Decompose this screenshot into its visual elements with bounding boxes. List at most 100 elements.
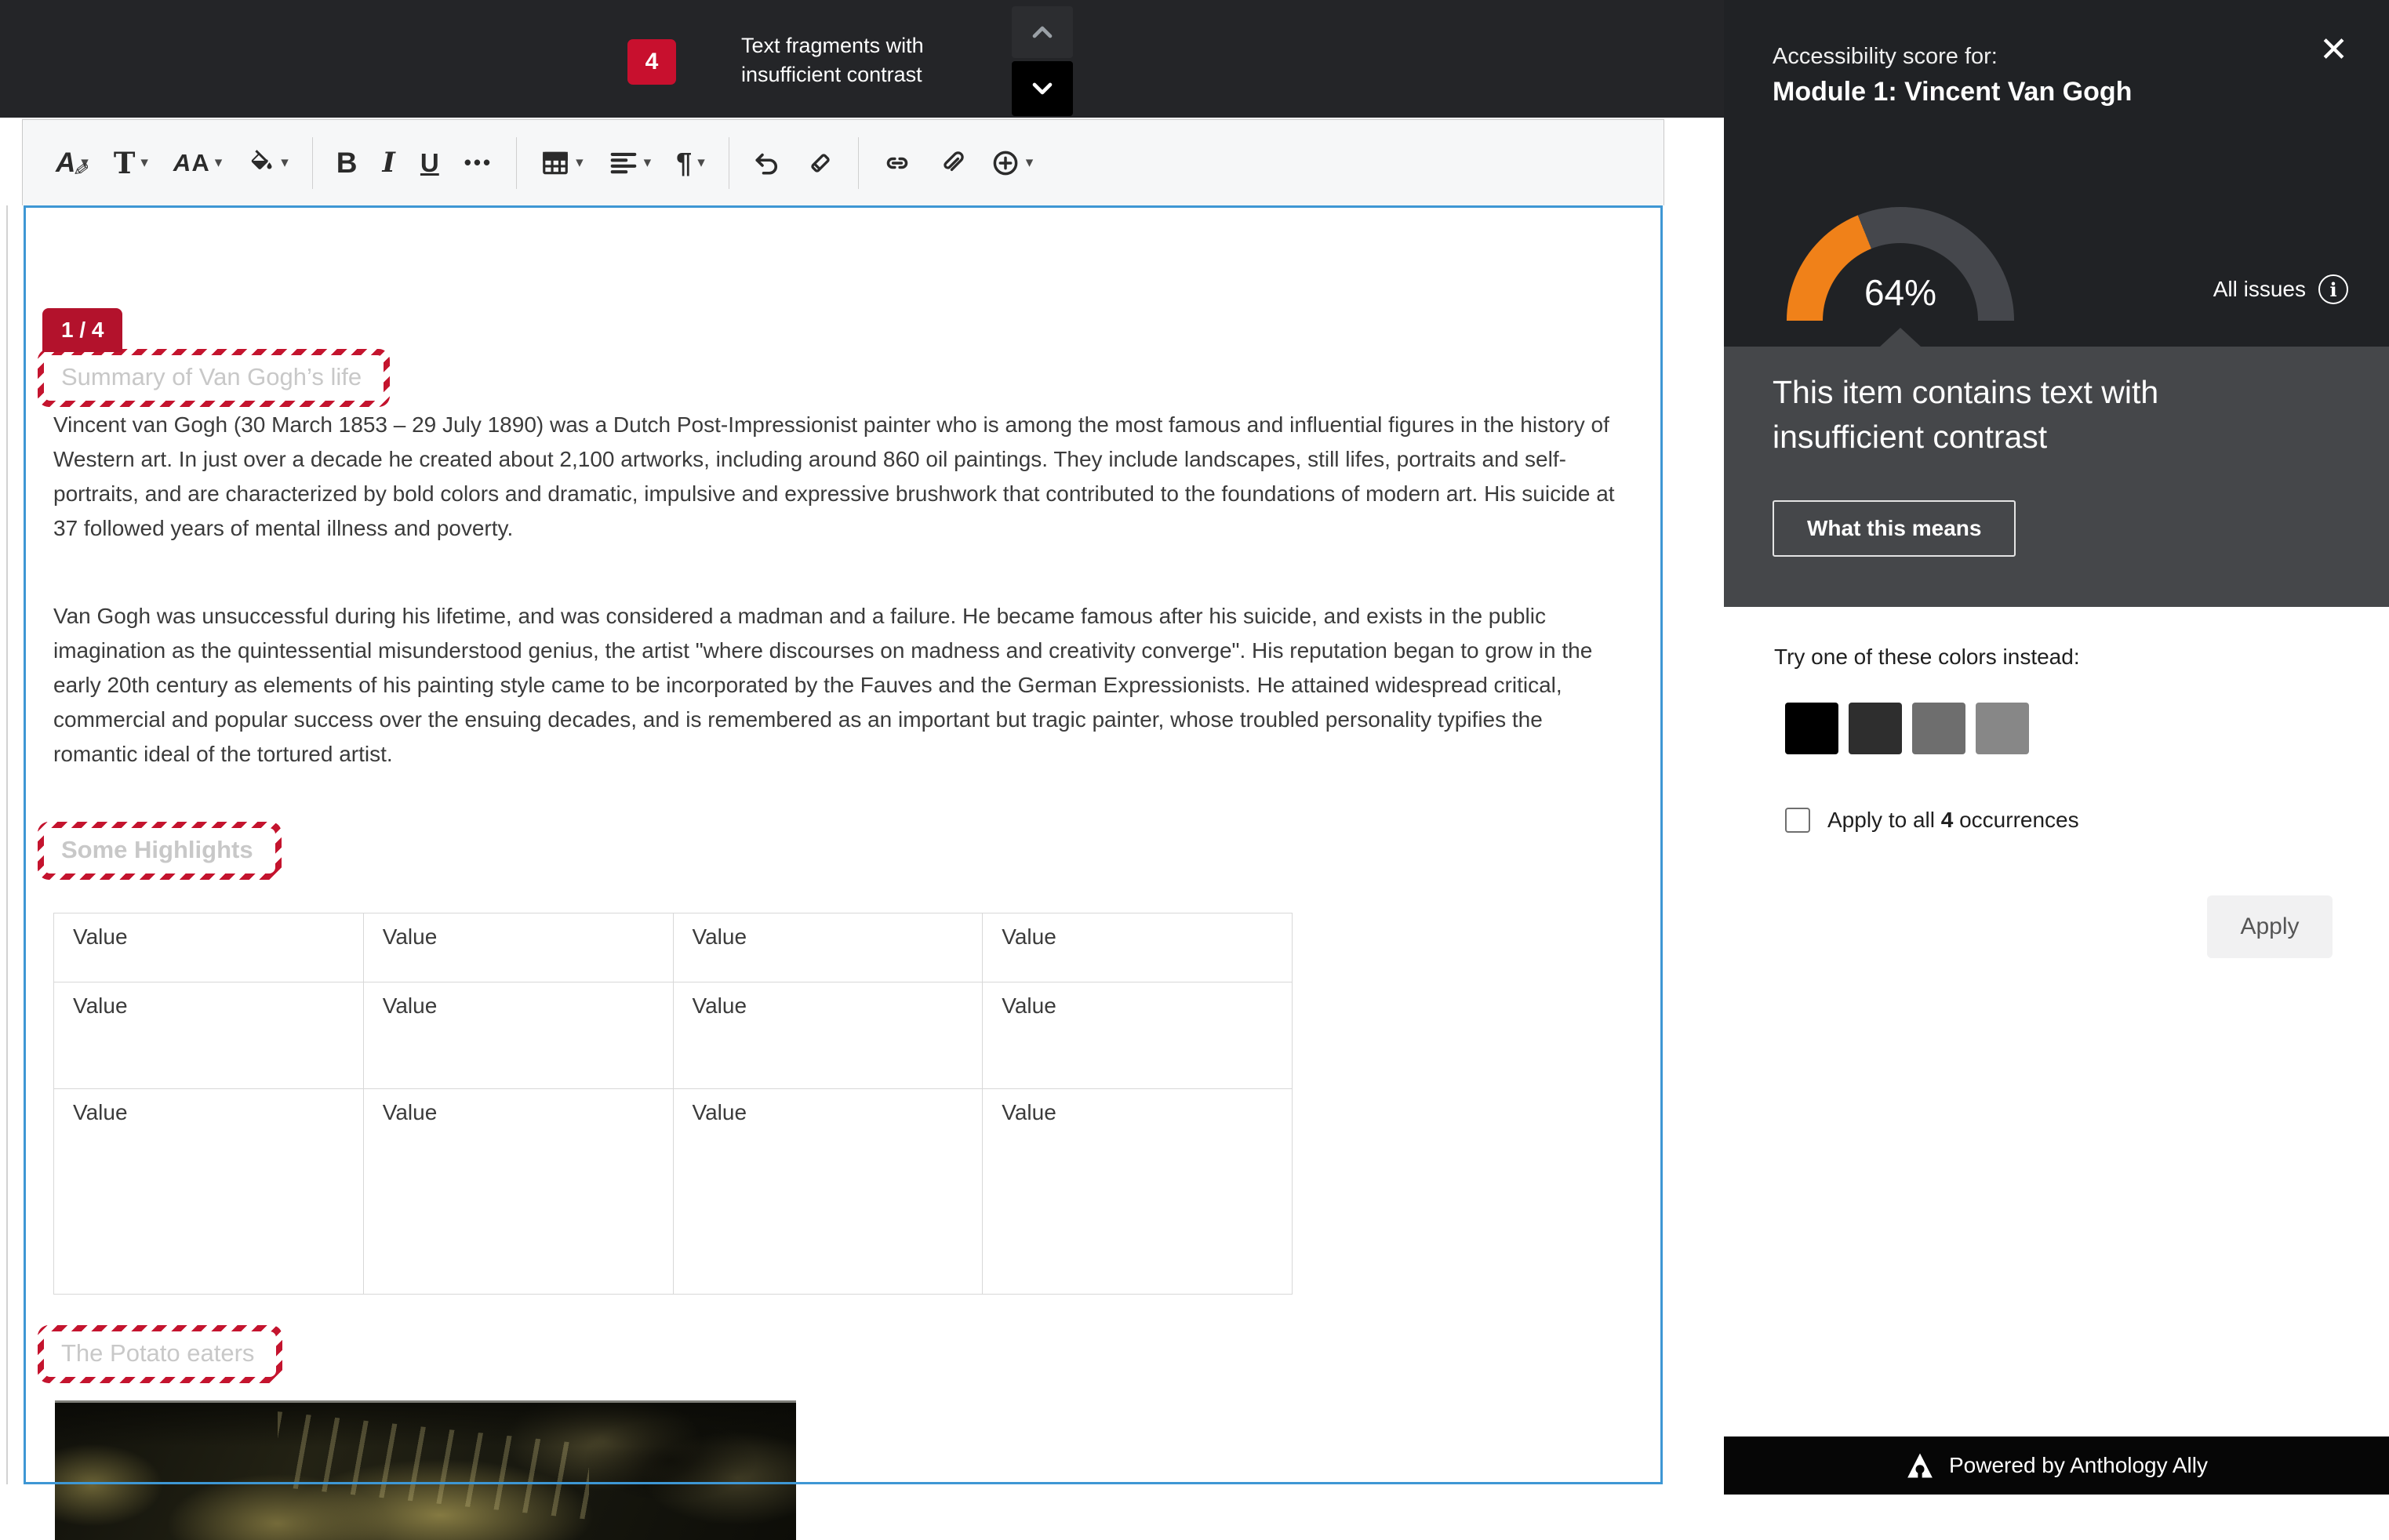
contrast-issue-highlight-potato[interactable]: The Potato eaters [38,1325,282,1383]
all-issues-label: All issues [2213,277,2306,302]
color-swatch-row [1785,703,2029,754]
paragraph-format-button[interactable]: ¶ ▾ [664,135,718,191]
insert-table-button[interactable]: ▾ [528,135,596,191]
panel-issue-section: This item contains text with insufficien… [1724,347,2389,607]
insert-link-button[interactable] [870,135,925,191]
apply-all-row: Apply to all 4 occurrences [1785,808,2079,833]
panel-footer: Powered by Anthology Ally [1724,1436,2389,1495]
highlights-table: Value Value Value Value Value Value Valu… [53,913,1293,1295]
issue-description-heading: This item contains text with insufficien… [1773,370,2290,459]
score-value: 64% [1787,271,2014,314]
color-swatch-light-gray[interactable] [1976,703,2029,754]
table-cell[interactable]: Value [363,1089,673,1295]
underline-icon: U [420,148,439,178]
heading-potato-eaters: The Potato eaters [44,1331,276,1377]
ally-accessibility-panel: Accessibility score for: Module 1: Vince… [1724,0,2389,1495]
font-family-icon: T [114,146,136,180]
issue-type-line1: Text fragments with [741,31,924,60]
editor-frame-left-border [6,205,8,1484]
try-colors-label: Try one of these colors instead: [1774,645,2080,670]
color-swatch-dark-gray[interactable] [1849,703,1902,754]
align-left-icon [609,148,638,178]
heading-highlights: Some Highlights [44,828,275,874]
table-cell[interactable]: Value [673,982,983,1089]
table-icon [540,148,570,178]
font-size-icon: AA [173,149,209,177]
paint-bucket-icon [247,149,275,177]
caret-down-icon: ▾ [140,154,148,172]
info-icon[interactable]: i [2318,274,2348,304]
paragraph-van-gogh-legacy: Van Gogh was unsuccessful during his lif… [53,599,1618,772]
bold-icon: B [336,147,358,180]
anthology-logo-icon [1905,1451,1935,1480]
apply-button[interactable]: Apply [2207,895,2333,958]
occurrence-count: 4 [1941,808,1954,832]
caret-down-icon: ▾ [644,154,652,172]
color-swatch-gray[interactable] [1912,703,1965,754]
table-cell[interactable]: Value [54,982,364,1089]
what-this-means-button[interactable]: What this means [1773,500,2016,557]
table-cell[interactable]: Value [983,982,1293,1089]
plus-circle-icon [991,148,1020,178]
table-cell[interactable]: Value [673,913,983,982]
table-cell[interactable]: Value [54,913,364,982]
toolbar-separator [312,137,313,189]
issue-type-label: Text fragments with insufficient contras… [741,31,924,89]
panel-score-section: Accessibility score for: Module 1: Vince… [1724,0,2389,347]
attach-file-button[interactable] [925,135,978,191]
font-family-button[interactable]: T ▾ [101,135,161,191]
color-swatch-black[interactable] [1785,703,1838,754]
issue-navigation-bar: 4 Text fragments with insufficient contr… [0,0,1724,118]
text-styles-button[interactable]: A✎ ▾ [43,135,101,191]
caret-down-icon: ▾ [215,154,223,172]
more-formatting-button[interactable]: ••• [452,135,505,191]
font-size-button[interactable]: AA ▾ [161,135,235,191]
paperclip-icon [937,149,965,177]
bold-button[interactable]: B [324,135,370,191]
caret-down-icon: ▾ [576,154,584,172]
table-cell[interactable]: Value [673,1089,983,1295]
caret-down-icon: ▾ [697,154,705,172]
paragraph-icon: ¶ [676,147,692,180]
table-cell[interactable]: Value [363,913,673,982]
potato-eaters-image[interactable] [55,1400,796,1540]
close-icon[interactable]: ✕ [2319,33,2348,67]
previous-issue-button[interactable] [1012,6,1073,58]
editor-toolbar: A✎ ▾ T ▾ AA ▾ ▾ B I U ••• ▾ ▾ ¶ ▾ [22,119,1664,205]
clear-formatting-button[interactable] [794,135,847,191]
apply-all-checkbox[interactable] [1785,808,1810,833]
italic-icon: I [383,147,395,179]
underline-button[interactable]: U [408,135,452,191]
undo-button[interactable] [740,135,794,191]
contrast-issue-highlight-highlights[interactable]: Some Highlights [38,822,282,880]
toolbar-separator [858,137,859,189]
table-cell[interactable]: Value [54,1089,364,1295]
table-cell[interactable]: Value [983,1089,1293,1295]
issue-position-badge: 1 / 4 [42,308,122,352]
all-issues-link[interactable]: All issues i [2213,274,2348,304]
issue-type-line2: insufficient contrast [741,60,924,89]
contrast-issue-highlight-summary[interactable]: Summary of Van Gogh’s life [38,349,390,407]
table-row: Value Value Value Value [54,982,1293,1089]
issue-count-badge: 4 [627,39,676,85]
editor-content-area[interactable]: 1 / 4 Summary of Van Gogh’s life Vincent… [24,205,1663,1484]
ellipsis-icon: ••• [464,151,493,175]
fill-color-button[interactable]: ▾ [235,135,301,191]
table-row: Value Value Value Value [54,913,1293,982]
chevron-down-icon [1027,73,1058,104]
chevron-up-icon [1027,16,1058,48]
table-cell[interactable]: Value [983,913,1293,982]
eraser-icon [806,149,835,177]
module-title: Module 1: Vincent Van Gogh [1773,77,2132,107]
text-styles-icon: A✎ [56,147,75,179]
insert-content-button[interactable]: ▾ [978,135,1046,191]
caret-down-icon: ▾ [1026,154,1034,172]
next-issue-button[interactable] [1012,61,1073,116]
undo-icon [753,149,781,177]
caret-down-icon: ▾ [281,154,289,172]
apply-all-label: Apply to all 4 occurrences [1827,808,2079,833]
table-cell[interactable]: Value [363,982,673,1089]
italic-button[interactable]: I [370,135,408,191]
powered-by-label: Powered by Anthology Ally [1949,1453,2208,1478]
alignment-button[interactable]: ▾ [596,135,664,191]
